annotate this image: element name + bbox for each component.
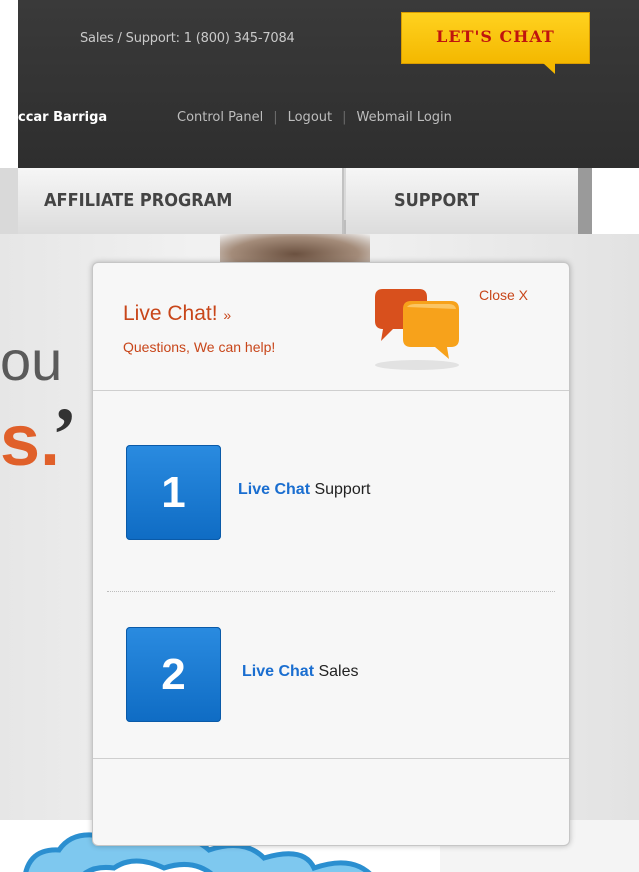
- option-number-1: 1: [126, 445, 221, 540]
- nav-affiliate-program[interactable]: AFFILIATE PROGRAM: [18, 168, 344, 234]
- option-divider: [107, 591, 555, 592]
- top-header: Sales / Support: 1 (800) 345-7084 LET'S …: [18, 0, 639, 168]
- popup-subtitle: Questions, We can help!: [123, 339, 276, 355]
- popup-title-text: Live Chat!: [123, 302, 218, 325]
- popup-header-divider: [93, 390, 569, 391]
- popup-footer-divider: [93, 758, 569, 759]
- user-name: ccar Barriga: [18, 110, 108, 125]
- webmail-login-link[interactable]: Webmail Login: [357, 110, 452, 125]
- control-panel-link[interactable]: Control Panel: [177, 110, 263, 125]
- option-highlight: Live Chat: [242, 663, 315, 680]
- option-number-2: 2: [126, 627, 221, 722]
- sales-support-phone: Sales / Support: 1 (800) 345-7084: [80, 31, 295, 46]
- option-label-sales: Live Chat Sales: [242, 663, 358, 681]
- hero-quote-mark: ’: [52, 393, 78, 477]
- logout-link[interactable]: Logout: [288, 110, 333, 125]
- live-chat-support-option[interactable]: 1 Live Chat Support: [126, 445, 526, 541]
- account-links: Control Panel | Logout | Webmail Login: [177, 110, 452, 125]
- option-text: Sales: [314, 663, 359, 680]
- option-label-support: Live Chat Support: [238, 481, 371, 499]
- main-nav: AFFILIATE PROGRAM SUPPORT: [18, 168, 639, 234]
- nav-support[interactable]: SUPPORT: [346, 168, 578, 234]
- nav-bevel: [578, 168, 592, 234]
- chat-bubbles-icon: [375, 289, 459, 370]
- header-left-edge: [0, 0, 18, 168]
- option-text: Support: [310, 481, 371, 498]
- link-separator: |: [342, 110, 347, 125]
- live-chat-sales-option[interactable]: 2 Live Chat Sales: [126, 627, 526, 723]
- close-button[interactable]: Close X: [479, 287, 528, 303]
- hero-text-fragment: ou: [0, 329, 63, 392]
- link-separator: |: [273, 110, 278, 125]
- lets-chat-button[interactable]: LET'S CHAT: [401, 12, 590, 64]
- live-chat-popup: Live Chat! » Questions, We can help! Clo…: [92, 262, 570, 846]
- popup-title-arrow: »: [223, 307, 232, 323]
- chat-button-tail: [543, 63, 555, 74]
- option-highlight: Live Chat: [238, 481, 311, 498]
- popup-title: Live Chat! »: [123, 302, 231, 326]
- nav-right-edge: [592, 168, 639, 234]
